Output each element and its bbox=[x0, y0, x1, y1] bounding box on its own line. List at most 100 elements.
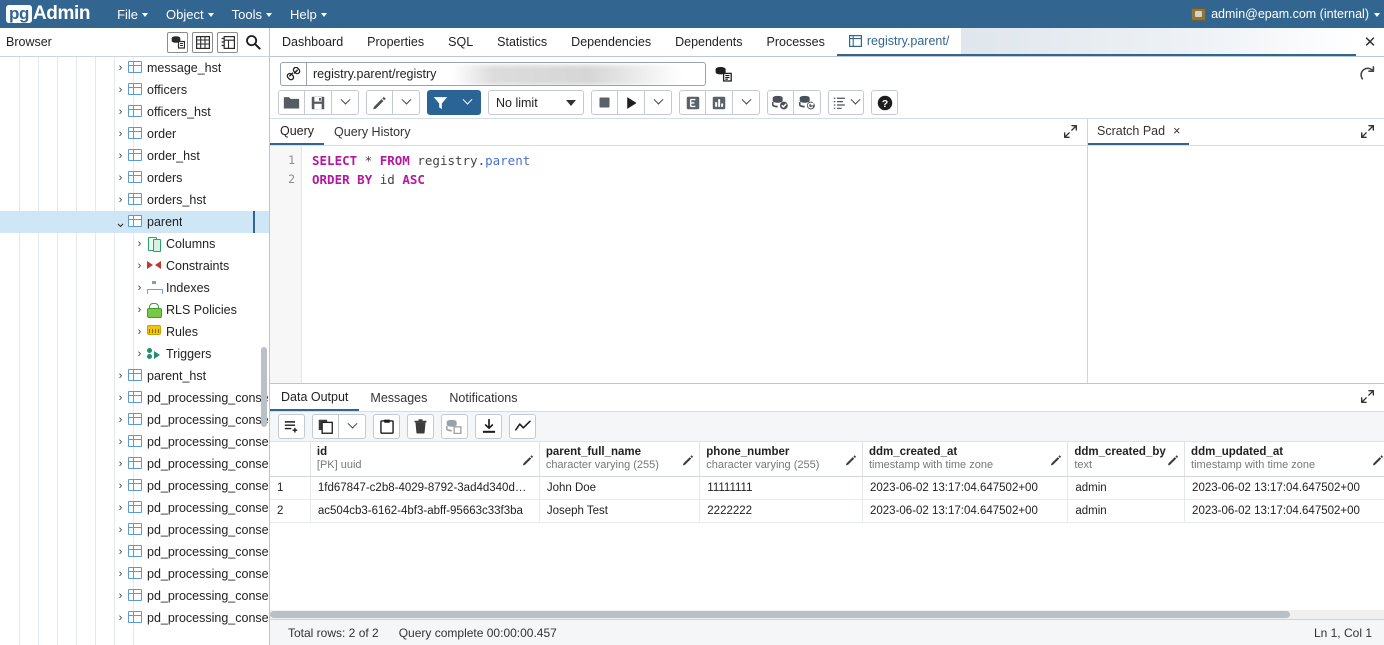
tree-item-message-hst[interactable]: ›message_hst bbox=[0, 57, 269, 79]
expand-query-panel-icon[interactable] bbox=[1063, 124, 1079, 140]
object-browser-icon[interactable] bbox=[167, 32, 188, 53]
tab-data-output[interactable]: Data Output bbox=[270, 384, 359, 411]
tab-dependencies[interactable]: Dependencies bbox=[559, 28, 663, 56]
tree-scrollbar-thumb[interactable] bbox=[261, 347, 267, 427]
tree-item-pd-processing-conse[interactable]: ›pd_processing_conse bbox=[0, 607, 269, 629]
tab-statistics[interactable]: Statistics bbox=[485, 28, 559, 56]
tree-filter-icon[interactable] bbox=[217, 32, 238, 53]
results-scrollbar-thumb[interactable] bbox=[270, 611, 1290, 618]
sql-code[interactable]: SELECT * FROM registry.parentORDER BY id… bbox=[302, 146, 1087, 383]
tab-properties[interactable]: Properties bbox=[355, 28, 436, 56]
cell-ddm_created_by[interactable]: admin bbox=[1068, 499, 1185, 522]
column-header-phone_number[interactable]: phone_numbercharacter varying (255) bbox=[700, 442, 863, 476]
tab-notifications[interactable]: Notifications bbox=[438, 384, 528, 411]
close-tab-button[interactable]: ✕ bbox=[1356, 28, 1384, 56]
chevron-right-icon[interactable]: › bbox=[133, 282, 146, 294]
tree-item-orders[interactable]: ›orders bbox=[0, 167, 269, 189]
tree-item-pd-processing-conse[interactable]: ›pd_processing_conse bbox=[0, 519, 269, 541]
cell-phone_number[interactable]: 11111111 bbox=[700, 476, 863, 499]
download-csv-icon[interactable] bbox=[475, 414, 502, 439]
tab-dependents[interactable]: Dependents bbox=[663, 28, 754, 56]
tree-item-order[interactable]: ›order bbox=[0, 123, 269, 145]
explain-options-chevron-icon[interactable] bbox=[733, 90, 760, 115]
tree-item-constraints[interactable]: ›Constraints bbox=[0, 255, 269, 277]
chevron-right-icon[interactable]: › bbox=[114, 590, 127, 602]
tree-item-pd-processing-conse[interactable]: ›pd_processing_conse bbox=[0, 475, 269, 497]
tab-messages[interactable]: Messages bbox=[359, 384, 438, 411]
cell-ddm_created_by[interactable]: admin bbox=[1068, 476, 1185, 499]
add-row-icon[interactable] bbox=[278, 414, 305, 439]
tab-query[interactable]: Query bbox=[270, 119, 324, 145]
tree-item-rls-policies[interactable]: ›RLS Policies bbox=[0, 299, 269, 321]
edit-column-icon[interactable] bbox=[1050, 454, 1062, 466]
chevron-right-icon[interactable]: › bbox=[114, 370, 127, 382]
graph-visualiser-icon[interactable] bbox=[509, 414, 536, 439]
tree-item-officers-hst[interactable]: ›officers_hst bbox=[0, 101, 269, 123]
tree-item-triggers[interactable]: ›Triggers bbox=[0, 343, 269, 365]
commit-icon[interactable] bbox=[767, 90, 794, 115]
save-file-options-chevron-icon[interactable] bbox=[332, 90, 359, 115]
cell-ddm_updated_at[interactable]: 2023-06-02 13:17:04.647502+00 bbox=[1185, 476, 1384, 499]
chevron-right-icon[interactable]: › bbox=[114, 480, 127, 492]
search-icon[interactable] bbox=[242, 32, 263, 53]
tab-sql[interactable]: SQL bbox=[436, 28, 485, 56]
chevron-right-icon[interactable]: › bbox=[133, 348, 146, 360]
menu-help[interactable]: Help bbox=[281, 4, 336, 25]
paste-icon[interactable] bbox=[373, 414, 400, 439]
macros-icon[interactable] bbox=[828, 90, 864, 115]
stop-icon[interactable] bbox=[591, 90, 618, 115]
tab-query-history[interactable]: Query History bbox=[324, 119, 420, 145]
tab-query-tool[interactable]: registry.parent/ bbox=[837, 28, 961, 56]
chevron-right-icon[interactable]: › bbox=[114, 128, 127, 140]
chevron-down-icon[interactable]: ⌄ bbox=[114, 218, 127, 226]
copy-icon[interactable] bbox=[312, 414, 339, 439]
cell-id[interactable]: ac504cb3-6162-4bf3-abff-95663c33f3ba bbox=[310, 499, 539, 522]
user-menu[interactable]: admin@epam.com (internal) bbox=[1191, 0, 1380, 28]
tree-item-order-hst[interactable]: ›order_hst bbox=[0, 145, 269, 167]
row-limit-select[interactable]: No limit bbox=[488, 90, 584, 115]
explain-icon[interactable] bbox=[679, 90, 706, 115]
chevron-right-icon[interactable]: › bbox=[133, 304, 146, 316]
filter-options-chevron-icon[interactable] bbox=[454, 90, 481, 115]
edit-options-chevron-icon[interactable] bbox=[393, 90, 420, 115]
tree-item-parent-hst[interactable]: ›parent_hst bbox=[0, 365, 269, 387]
open-file-icon[interactable] bbox=[278, 90, 305, 115]
chevron-right-icon[interactable]: › bbox=[133, 238, 146, 250]
tree-item-pd-processing-conse[interactable]: ›pd_processing_conse bbox=[0, 409, 269, 431]
results-grid[interactable]: id[PK] uuidparent_full_namecharacter var… bbox=[270, 442, 1384, 619]
chevron-right-icon[interactable]: › bbox=[114, 458, 127, 470]
tree-item-columns[interactable]: ›Columns bbox=[0, 233, 269, 255]
rollback-icon[interactable] bbox=[794, 90, 821, 115]
column-header-parent_full_name[interactable]: parent_full_namecharacter varying (255) bbox=[539, 442, 699, 476]
connection-database-icon[interactable] bbox=[710, 62, 736, 86]
tree-item-pd-processing-conse[interactable]: ›pd_processing_conse bbox=[0, 585, 269, 607]
cell-id[interactable]: 1fd67847-c2b8-4029-8792-3ad4d340d… bbox=[310, 476, 539, 499]
tree-item-parent[interactable]: ⌄parent bbox=[0, 211, 269, 233]
cell-parent_full_name[interactable]: Joseph Test bbox=[539, 499, 699, 522]
table-row[interactable]: 11fd67847-c2b8-4029-8792-3ad4d340d…John … bbox=[270, 476, 1384, 499]
table-row[interactable]: 2ac504cb3-6162-4bf3-abff-95663c33f3baJos… bbox=[270, 499, 1384, 522]
results-horizontal-scrollbar[interactable] bbox=[270, 610, 1384, 619]
tree-item-pd-processing-conse[interactable]: ›pd_processing_conse bbox=[0, 431, 269, 453]
chevron-right-icon[interactable]: › bbox=[114, 84, 127, 96]
expand-output-panel-icon[interactable] bbox=[1360, 389, 1376, 405]
analyze-icon[interactable] bbox=[706, 90, 733, 115]
cell-ddm_updated_at[interactable]: 2023-06-02 13:17:04.647502+00 bbox=[1185, 499, 1384, 522]
column-header-ddm_updated_at[interactable]: ddm_updated_attimestamp with time zone bbox=[1185, 442, 1384, 476]
tree-item-rules[interactable]: ›Rules bbox=[0, 321, 269, 343]
connection-string-input[interactable]: registry.parent/registry bbox=[306, 62, 706, 86]
tree-item-pd-processing-conse[interactable]: ›pd_processing_conse bbox=[0, 387, 269, 409]
cell-ddm_created_at[interactable]: 2023-06-02 13:17:04.647502+00 bbox=[862, 476, 1067, 499]
tab-scratch-pad[interactable]: Scratch Pad × bbox=[1088, 119, 1189, 145]
tree-item-pd-processing-conse[interactable]: ›pd_processing_conse bbox=[0, 541, 269, 563]
menu-object[interactable]: Object bbox=[157, 4, 223, 25]
chevron-right-icon[interactable]: › bbox=[114, 436, 127, 448]
chevron-right-icon[interactable]: › bbox=[114, 150, 127, 162]
chevron-right-icon[interactable]: › bbox=[114, 546, 127, 558]
tab-processes[interactable]: Processes bbox=[755, 28, 837, 56]
column-header-ddm_created_at[interactable]: ddm_created_attimestamp with time zone bbox=[862, 442, 1067, 476]
menu-tools[interactable]: Tools bbox=[223, 4, 281, 25]
tab-dashboard[interactable]: Dashboard bbox=[270, 28, 355, 56]
cell-phone_number[interactable]: 2222222 bbox=[700, 499, 863, 522]
save-data-changes-icon[interactable] bbox=[441, 414, 468, 439]
